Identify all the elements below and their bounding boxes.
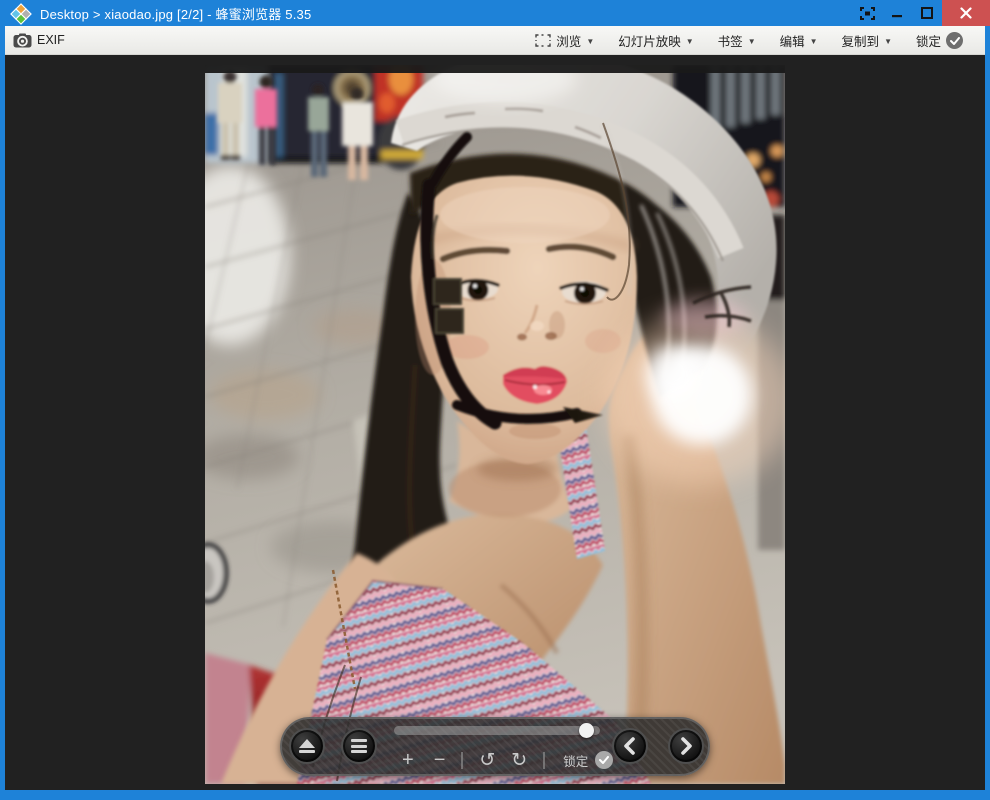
previous-image-button[interactable]	[612, 728, 648, 764]
lock-check-icon	[599, 756, 609, 764]
chevron-down-icon: ▼	[810, 37, 818, 46]
zoom-in-button[interactable]: +	[402, 750, 414, 770]
control-row: + − ↺ ↻ 锁定	[394, 747, 694, 773]
camera-icon	[13, 33, 32, 48]
chevron-right-icon	[678, 737, 694, 755]
menu-slideshow-label: 幻灯片放映	[618, 31, 681, 50]
divider	[543, 752, 545, 769]
photo-image[interactable]	[205, 65, 785, 784]
zoom-out-button[interactable]: −	[434, 750, 446, 770]
menu-list-button[interactable]	[341, 728, 377, 764]
close-icon	[960, 7, 972, 19]
minimize-icon	[891, 7, 903, 19]
browse-view-icon	[535, 34, 551, 47]
controlbar-lock-checkbox[interactable]	[595, 751, 613, 769]
menu-copy-to-label: 复制到	[842, 31, 880, 50]
navigation-slider[interactable]	[394, 726, 600, 735]
viewer-control-bar: + − ↺ ↻ 锁定	[280, 717, 710, 776]
next-image-button[interactable]	[668, 728, 704, 764]
maximize-icon	[921, 7, 933, 19]
exif-button[interactable]: EXIF	[13, 33, 65, 48]
navigation-slider-thumb[interactable]	[579, 723, 594, 738]
toolbar-lock-label: 锁定	[916, 31, 941, 50]
chevron-left-icon	[622, 737, 638, 755]
controlbar-lock-label: 锁定	[563, 751, 588, 770]
menu-bookmarks[interactable]: 书签 ▼	[718, 31, 756, 50]
menu-browse-label: 浏览	[556, 31, 581, 50]
photo-illustration	[205, 65, 785, 784]
window-border-bottom	[0, 790, 990, 800]
menu-edit-label: 编辑	[780, 31, 805, 50]
rotate-right-button[interactable]: ↻	[511, 751, 527, 770]
chevron-down-icon: ▼	[586, 37, 594, 46]
chevron-down-icon: ▼	[748, 37, 756, 46]
title-bar: Desktop > xiaodao.jpg [2/2] - 蜂蜜浏览器 5.35	[0, 0, 990, 26]
menu-copy-to[interactable]: 复制到 ▼	[842, 31, 892, 50]
lock-check-icon	[946, 32, 963, 49]
close-button[interactable]	[942, 0, 990, 26]
maximize-button[interactable]	[912, 0, 942, 26]
menu-slideshow[interactable]: 幻灯片放映 ▼	[618, 31, 693, 50]
window-border-right	[985, 26, 990, 790]
fullscreen-icon	[860, 7, 875, 20]
eject-button[interactable]	[289, 728, 325, 764]
menu-edit[interactable]: 编辑 ▼	[780, 31, 818, 50]
window-title: Desktop > xiaodao.jpg [2/2] - 蜂蜜浏览器 5.35	[40, 4, 311, 23]
eject-icon	[299, 739, 315, 748]
fullscreen-button[interactable]	[852, 0, 882, 26]
menu-bookmarks-label: 书签	[718, 31, 743, 50]
menu-browse[interactable]: 浏览 ▼	[535, 31, 594, 50]
hamburger-icon	[351, 739, 367, 742]
toolbar-lock-toggle[interactable]: 锁定	[916, 31, 963, 50]
chevron-down-icon: ▼	[884, 37, 892, 46]
rotate-left-button[interactable]: ↺	[479, 751, 495, 770]
chevron-down-icon: ▼	[686, 37, 694, 46]
exif-label: EXIF	[37, 33, 65, 47]
minimize-button[interactable]	[882, 0, 912, 26]
window-border-left	[0, 26, 5, 790]
app-logo-icon	[10, 3, 32, 25]
divider	[461, 752, 463, 769]
main-toolbar: EXIF 浏览 ▼ 幻灯片放映 ▼ 书签 ▼ 编辑 ▼ 复制到 ▼	[5, 26, 985, 55]
